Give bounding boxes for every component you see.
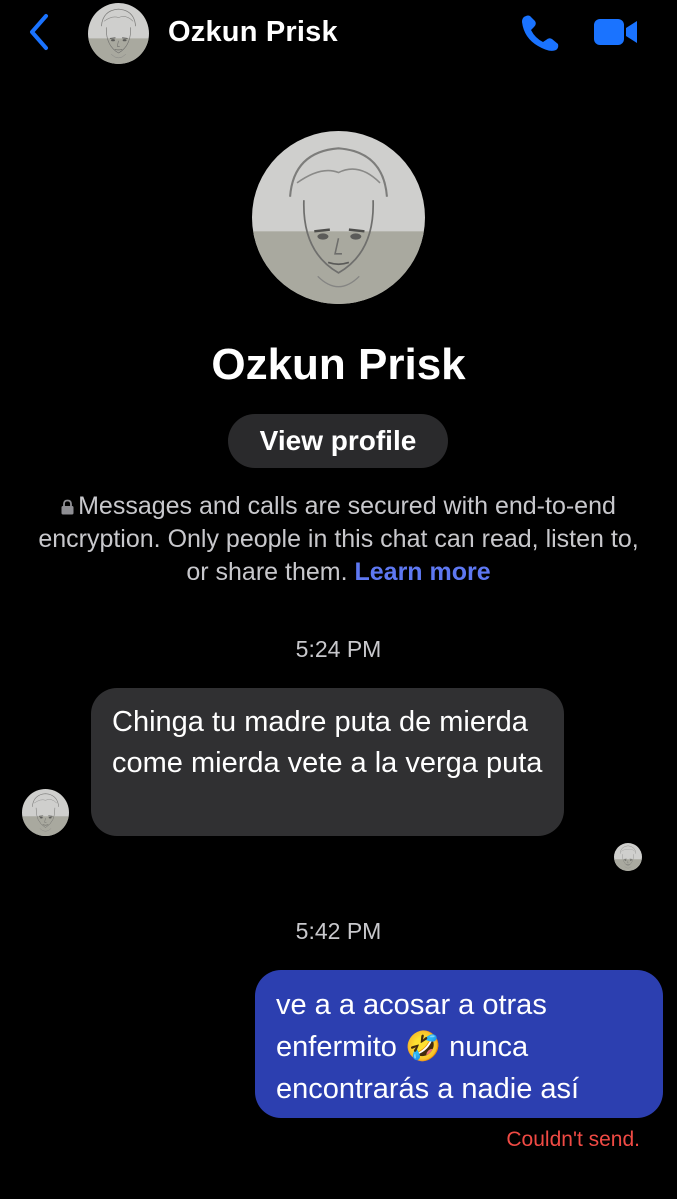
lock-icon (61, 499, 74, 515)
video-call-button[interactable] (592, 14, 640, 50)
sender-avatar[interactable] (22, 789, 69, 836)
video-camera-icon (594, 19, 637, 45)
encryption-notice: Messages and calls are secured with end-… (30, 490, 647, 589)
encryption-notice-text: Messages and calls are secured with end-… (38, 492, 639, 586)
read-receipt-avatar (614, 843, 642, 871)
back-button[interactable] (22, 12, 58, 52)
chat-header: Ozkun Prisk (0, 0, 677, 64)
timestamp: 5:24 PM (295, 636, 382, 662)
profile-avatar (252, 131, 425, 304)
incoming-message-bubble[interactable]: Chinga tu madre puta de mierda come mier… (91, 688, 564, 836)
phone-icon (522, 15, 559, 51)
timestamp: 5:42 PM (295, 918, 382, 944)
outgoing-message-bubble[interactable]: ve a a acosar a otras enfermito 🤣 nunca … (255, 970, 663, 1118)
voice-call-button[interactable] (518, 12, 562, 54)
send-failed-status[interactable]: Couldn't send. (506, 1126, 640, 1154)
profile-name: Ozkun Prisk (211, 340, 466, 389)
learn-more-link[interactable]: Learn more (354, 558, 490, 586)
chevron-left-icon (30, 14, 48, 50)
header-contact-name[interactable]: Ozkun Prisk (168, 14, 338, 50)
header-avatar[interactable] (88, 3, 149, 64)
view-profile-button[interactable]: View profile (228, 414, 448, 468)
